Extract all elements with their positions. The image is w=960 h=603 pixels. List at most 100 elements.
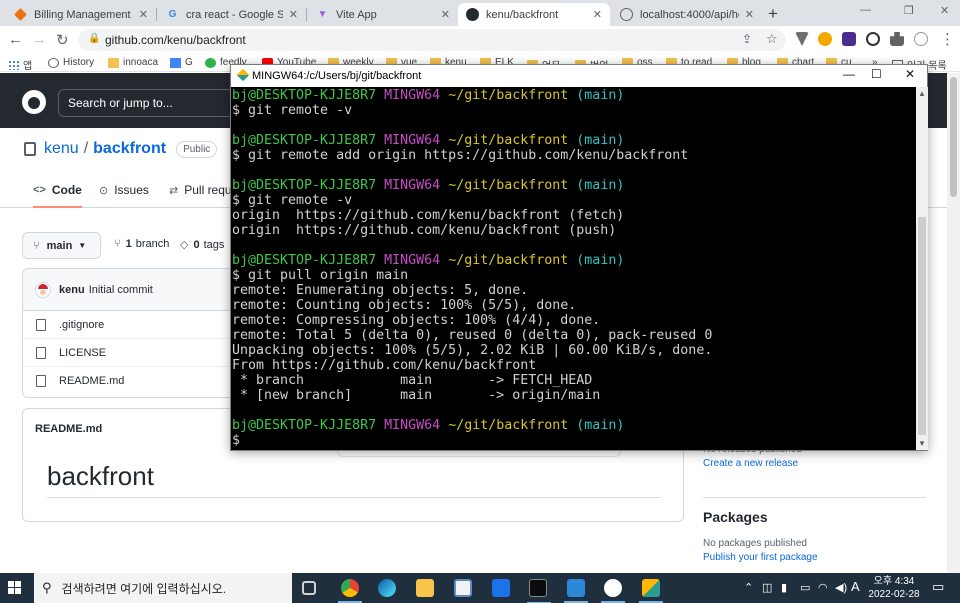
- terminal-output[interactable]: bj@DESKTOP-KJJE8R7 MINGW64 ~/git/backfro…: [231, 87, 916, 450]
- restore-icon[interactable]: ❐: [904, 4, 914, 17]
- terminal-line: remote: Total 5 (delta 0), reused 0 (del…: [232, 328, 713, 343]
- taskbar-search-input[interactable]: ⚲ 검색하려면 여기에 입력하십시오.: [34, 573, 292, 603]
- ime-indicator[interactable]: A: [851, 579, 860, 594]
- address-bar[interactable]: 🔒 github.com/kenu/backfront ⇪ ☆: [78, 29, 786, 51]
- new-tab-button[interactable]: +: [768, 4, 778, 24]
- taskbar-clock[interactable]: 오후 4:34 2022-02-28: [866, 575, 922, 601]
- store-icon[interactable]: [454, 579, 472, 597]
- back-arrow-icon[interactable]: ←: [8, 31, 23, 48]
- github-logo-icon[interactable]: [22, 90, 46, 114]
- close-tab-icon[interactable]: ✕: [745, 8, 754, 21]
- tray-device-icon[interactable]: ◫: [762, 581, 772, 594]
- repo-name-link[interactable]: backfront: [93, 140, 166, 158]
- close-tab-icon[interactable]: ✕: [593, 8, 602, 21]
- mail-icon[interactable]: [492, 579, 510, 597]
- bookmark-g[interactable]: G: [170, 57, 193, 68]
- aws-cube-icon: [14, 8, 27, 21]
- profile-avatar[interactable]: [914, 32, 928, 46]
- close-tab-icon[interactable]: ✕: [441, 8, 450, 21]
- page-scrollbar[interactable]: [947, 73, 960, 573]
- close-window-icon[interactable]: ✕: [940, 4, 949, 17]
- branch-select-button[interactable]: ⑂ main ▼: [22, 232, 101, 259]
- readme-title: backfront: [47, 461, 154, 491]
- terminal-window[interactable]: MINGW64:/c/Users/bj/git/backfront ― ☐ ✕ …: [230, 64, 928, 451]
- terminal-taskbar-icon[interactable]: [527, 579, 551, 603]
- extension-color-icon[interactable]: [842, 32, 856, 46]
- branches-link[interactable]: ⑂ 1 branch: [114, 238, 169, 250]
- translate-icon: [170, 57, 181, 68]
- tab-github-backfront[interactable]: kenu/backfront ✕: [458, 3, 610, 26]
- extension-vuejs-icon[interactable]: [795, 32, 809, 46]
- terminal-scrollbar[interactable]: ▲ ▼: [916, 87, 928, 450]
- list-item[interactable]: .gitignore: [23, 311, 241, 339]
- network-icon[interactable]: ▭: [800, 581, 810, 594]
- minimize-icon[interactable]: ―: [860, 4, 871, 16]
- bookmark-innoaca[interactable]: innoaca: [108, 57, 158, 68]
- chrome-menu-icon[interactable]: ⋮: [940, 30, 955, 48]
- tab-pull-requests[interactable]: ⇄ Pull reque: [169, 183, 238, 197]
- file-explorer-icon[interactable]: [416, 579, 434, 597]
- tray-chevron-icon[interactable]: ⌃: [744, 581, 753, 594]
- commit-message[interactable]: Initial commit: [89, 284, 153, 296]
- forward-arrow-icon[interactable]: →: [32, 31, 47, 48]
- tab-issues[interactable]: ⊙ Issues: [99, 183, 149, 197]
- notification-icon[interactable]: ▭: [932, 579, 944, 595]
- tab-vite-app[interactable]: ▼ Vite App ✕: [308, 3, 458, 26]
- terminal-line: origin https://github.com/kenu/backfront…: [232, 223, 617, 238]
- scroll-down-icon[interactable]: ▼: [918, 439, 926, 448]
- repo-owner-link[interactable]: kenu: [44, 140, 79, 158]
- edge-taskbar-icon[interactable]: [378, 579, 396, 597]
- task-view-icon[interactable]: [302, 581, 316, 595]
- reload-icon[interactable]: ↻: [56, 31, 69, 49]
- git-bash-taskbar-icon[interactable]: [639, 579, 663, 603]
- avatar[interactable]: [35, 281, 51, 298]
- close-tab-icon[interactable]: ✕: [139, 8, 148, 21]
- tab-billing[interactable]: Billing Management Con ✕: [6, 3, 156, 26]
- scrollbar-thumb[interactable]: [918, 217, 926, 435]
- extensions-puzzle-icon[interactable]: [890, 32, 904, 46]
- file-icon: [36, 318, 46, 331]
- github-search-input[interactable]: Search or jump to...: [58, 89, 248, 117]
- snipping-tool-icon[interactable]: [601, 579, 625, 603]
- repo-title-slash: /: [83, 140, 89, 157]
- tab-localhost-api[interactable]: localhost:4000/api/hello ✕: [612, 3, 762, 26]
- wifi-icon[interactable]: ◠: [818, 581, 828, 594]
- packages-heading: Packages: [703, 509, 768, 525]
- minimize-icon[interactable]: ―: [843, 67, 855, 81]
- windows-taskbar: ⚲ 검색하려면 여기에 입력하십시오. ⌃ ◫ ▮ ▭ ◠ ◀) A 오후 4:…: [0, 573, 960, 603]
- close-tab-icon[interactable]: ✕: [289, 8, 298, 21]
- list-item[interactable]: README.md: [23, 367, 241, 395]
- bookmark-apps[interactable]: 앱: [8, 57, 32, 72]
- windows-start-icon[interactable]: [8, 581, 22, 595]
- commit-author[interactable]: kenu: [59, 284, 85, 296]
- tags-link[interactable]: ◇ 0 tags: [180, 238, 224, 252]
- extension-g-icon[interactable]: [818, 32, 832, 46]
- publish-package-link[interactable]: Publish your first package: [703, 552, 818, 563]
- terminal-line: $ git remote -v: [232, 193, 353, 208]
- scroll-up-icon[interactable]: ▲: [918, 89, 926, 98]
- volume-icon[interactable]: ◀): [835, 581, 847, 594]
- chrome-taskbar-icon[interactable]: [338, 579, 362, 603]
- github-icon: [466, 8, 479, 21]
- pull-request-icon: ⇄: [169, 184, 179, 197]
- battery-icon[interactable]: ▮: [781, 581, 787, 594]
- list-item[interactable]: LICENSE: [23, 339, 241, 367]
- terminal-line: bj@DESKTOP-KJJE8R7 MINGW64 ~/git/backfro…: [232, 418, 625, 433]
- terminal-title-bar[interactable]: MINGW64:/c/Users/bj/git/backfront ― ☐ ✕: [231, 65, 927, 87]
- folder-icon: [108, 57, 119, 68]
- share-icon[interactable]: ⇪: [742, 32, 752, 46]
- extension-block-icon[interactable]: [866, 32, 880, 46]
- bookmark-history[interactable]: History: [48, 57, 94, 68]
- create-release-link[interactable]: Create a new release: [703, 458, 798, 469]
- close-window-icon[interactable]: ✕: [905, 67, 915, 81]
- scrollbar-thumb[interactable]: [950, 77, 957, 197]
- feedly-icon: [205, 57, 216, 68]
- vscode-taskbar-icon[interactable]: [564, 579, 588, 603]
- tab-google-search[interactable]: G cra react - Google Searc ✕: [158, 3, 306, 26]
- bookmark-star-icon[interactable]: ☆: [766, 31, 778, 47]
- tab-code[interactable]: <> Code: [33, 183, 82, 208]
- visibility-badge: Public: [176, 140, 218, 158]
- maximize-icon[interactable]: ☐: [871, 67, 882, 81]
- address-bar-url: github.com/kenu/backfront: [105, 33, 246, 47]
